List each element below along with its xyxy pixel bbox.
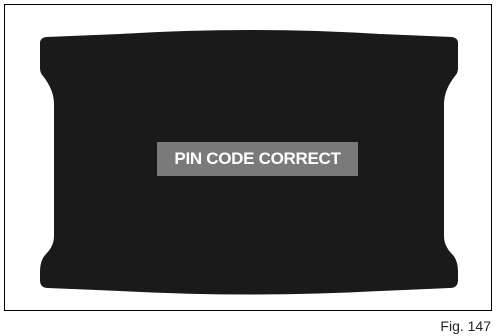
figure-caption: Fig. 147 xyxy=(440,318,491,334)
pin-status-message: PIN CODE CORRECT xyxy=(174,149,341,168)
pin-status-message-box: PIN CODE CORRECT xyxy=(157,142,358,176)
